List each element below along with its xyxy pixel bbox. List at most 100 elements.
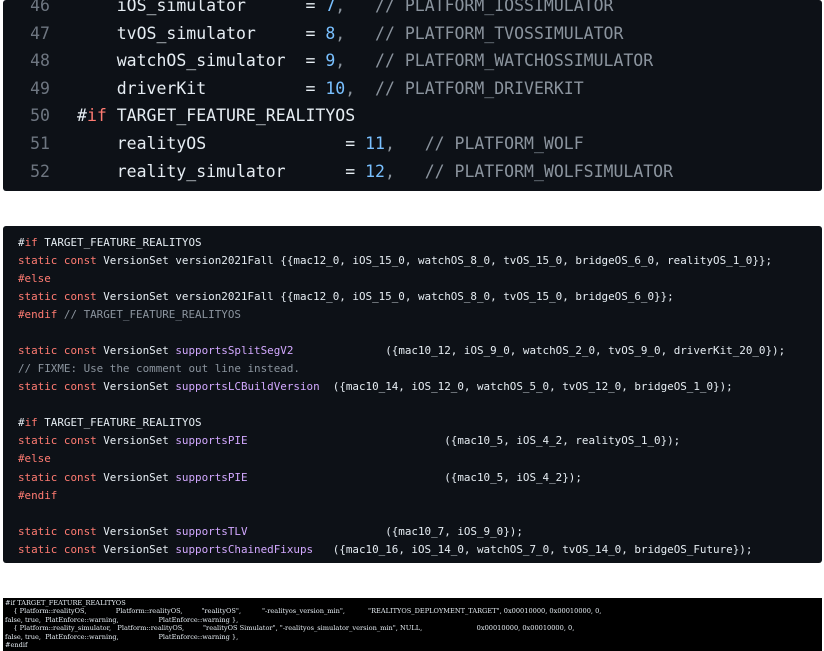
code-token: static const: [18, 254, 97, 268]
code-token: ({mac10_7, iOS_9_0});: [247, 524, 523, 538]
code-line: #else: [18, 450, 51, 468]
code-line: #else: [18, 270, 51, 288]
code-token: watchOS_simulator =: [77, 51, 326, 71]
code-line: static const VersionSet version2021Fall …: [18, 288, 674, 306]
code-token: TARGET_FEATURE_REALITYOS: [37, 236, 202, 249]
code-token: , // PLATFORM_IOSSIMULATOR: [335, 0, 614, 15]
code-token: if: [86, 106, 107, 126]
line-number: 50: [30, 106, 50, 126]
code-text: tvOS_simulator = 8, // PLATFORM_TVOSSIMU…: [77, 20, 624, 48]
code-token: supportsLCBuildVersion: [175, 380, 320, 394]
code-token: realityOS =: [77, 134, 366, 153]
code-token: VersionSet: [96, 524, 176, 538]
code-text: #if TARGET_FEATURE_REALITYOS: [77, 102, 355, 130]
line-number: 46: [30, 0, 50, 15]
code-token: if: [24, 416, 38, 430]
line-number: 52: [30, 161, 50, 181]
code-line: static const VersionSet version2021Fall …: [18, 252, 772, 270]
line-number: 48: [30, 51, 50, 71]
code-line: 51 realityOS = 11, // PLATFORM_WOLF: [3, 130, 822, 158]
code-line: static const VersionSet supportsChainedF…: [18, 541, 752, 559]
code-token: tvOS_simulator =: [77, 23, 326, 43]
code-token: ({mac10_16, iOS_14_0, watchOS_7_0, tvOS_…: [313, 542, 753, 556]
code-token: 12: [365, 161, 385, 181]
code-token: , // PLATFORM_DRIVERKIT: [345, 78, 584, 98]
code-line: 53 #endif: [3, 185, 822, 191]
code-line: false, true, PlatEnforce::warning, PlatE…: [5, 632, 239, 641]
code-token: static const: [18, 470, 97, 484]
code-token: static const: [18, 290, 97, 304]
line-number: 49: [30, 78, 50, 98]
code-line: // FIXME: Use the comment out line inste…: [18, 360, 300, 378]
code-token: supportsTLV: [175, 524, 248, 538]
code-panel-version-sets: #if TARGET_FEATURE_REALITYOS static const…: [3, 226, 822, 563]
code-line: 46 iOS_simulator = 7, // PLATFORM_IOSSIM…: [3, 0, 822, 20]
code-token: VersionSet: [96, 542, 176, 556]
code-token: #endif: [18, 308, 58, 322]
code-line: 49 driverKit = 10, // PLATFORM_DRIVERKIT: [3, 75, 822, 103]
code-token: iOS_simulator =: [77, 0, 326, 15]
code-token: static const: [18, 344, 97, 358]
code-token: static const: [18, 434, 97, 448]
code-text: #endif: [77, 185, 137, 191]
code-text: reality_simulator = 12, // PLATFORM_WOLF…: [77, 158, 673, 186]
code-token: 10: [325, 78, 346, 98]
code-token: VersionSet: [96, 344, 176, 358]
code-token: VersionSet: [96, 380, 176, 394]
code-line: static const VersionSet supportsSplitSeg…: [18, 342, 785, 360]
code-line: 52 reality_simulator = 12, // PLATFORM_W…: [3, 158, 822, 186]
code-token: endif: [87, 189, 137, 191]
code-line: 50 #if TARGET_FEATURE_REALITYOS: [3, 102, 822, 130]
code-token: 11: [365, 134, 385, 153]
code-token: VersionSet: [96, 470, 176, 484]
code-line: 47 tvOS_simulator = 8, // PLATFORM_TVOSS…: [3, 20, 822, 48]
code-token: TARGET_FEATURE_REALITYOS: [106, 106, 356, 126]
code-text: realityOS = 11, // PLATFORM_WOLF: [77, 130, 584, 158]
code-token: ({mac10_14, iOS_12_0, watchOS_5_0, tvOS_…: [319, 380, 733, 394]
code-line: #if TARGET_FEATURE_REALITYOS: [18, 234, 202, 252]
code-token: #else: [18, 272, 51, 286]
code-line: static const VersionSet supportsPIE ({ma…: [18, 469, 582, 487]
code-text: iOS_simulator = 7, // PLATFORM_IOSSIMULA…: [77, 0, 614, 20]
code-token: VersionSet: [96, 434, 176, 448]
code-token: , // PLATFORM_TVOSSIMULATOR: [335, 23, 624, 43]
code-line: 48 watchOS_simulator = 9, // PLATFORM_WA…: [3, 47, 822, 75]
code-panel-platform-table: #if TARGET_FEATURE_REALITYOS { Platform:…: [3, 598, 822, 651]
code-token: 9: [325, 51, 336, 71]
code-token: static const: [18, 542, 97, 556]
code-token: static const: [18, 524, 97, 538]
code-token: #endif: [18, 488, 58, 502]
code-line: static const VersionSet supportsTLV ({ma…: [18, 523, 523, 541]
code-line: #endif // TARGET_FEATURE_REALITYOS: [18, 306, 241, 324]
code-token: #else: [18, 452, 51, 466]
code-token: static const: [18, 380, 97, 394]
code-token: ({mac10_5, iOS_4_2});: [247, 470, 582, 484]
code-line: #if TARGET_FEATURE_REALITYOS: [18, 414, 202, 432]
code-token: , // PLATFORM_WOLF: [384, 134, 584, 153]
code-token: // FIXME: Use the comment out line inste…: [18, 362, 300, 376]
code-token: VersionSet version2021Fall {{mac12_0, iO…: [96, 290, 674, 304]
code-token: reality_simulator =: [77, 161, 366, 181]
code-token: driverKit =: [77, 78, 326, 98]
line-number: 47: [30, 23, 50, 43]
code-token: TARGET_FEATURE_REALITYOS: [37, 416, 202, 430]
code-token: 7: [325, 0, 336, 15]
code-text: watchOS_simulator = 9, // PLATFORM_WATCH…: [77, 47, 653, 75]
code-token: ({mac10_12, iOS_9_0, watchOS_2_0, tvOS_9…: [293, 344, 786, 358]
code-token: , // PLATFORM_WOLFSIMULATOR: [384, 161, 674, 181]
code-token: VersionSet version2021Fall {{mac12_0, iO…: [96, 254, 773, 268]
line-number: 51: [30, 134, 50, 153]
code-token: #: [77, 189, 87, 191]
code-token: if: [24, 236, 38, 249]
code-token: supportsPIE: [175, 470, 248, 484]
code-token: #: [77, 106, 87, 126]
code-token: supportsChainedFixups: [175, 542, 314, 556]
code-token: , // PLATFORM_WATCHOSSIMULATOR: [335, 51, 654, 71]
code-line: static const VersionSet supportsPIE ({ma…: [18, 432, 680, 450]
code-token: 8: [325, 23, 336, 43]
code-line: #endif: [5, 641, 28, 649]
code-token: // TARGET_FEATURE_REALITYOS: [57, 308, 241, 322]
code-line: static const VersionSet supportsLCBuildV…: [18, 378, 733, 396]
code-panel-platform-enum: 46 iOS_simulator = 7, // PLATFORM_IOSSIM…: [3, 0, 822, 191]
code-text: driverKit = 10, // PLATFORM_DRIVERKIT: [77, 75, 584, 103]
